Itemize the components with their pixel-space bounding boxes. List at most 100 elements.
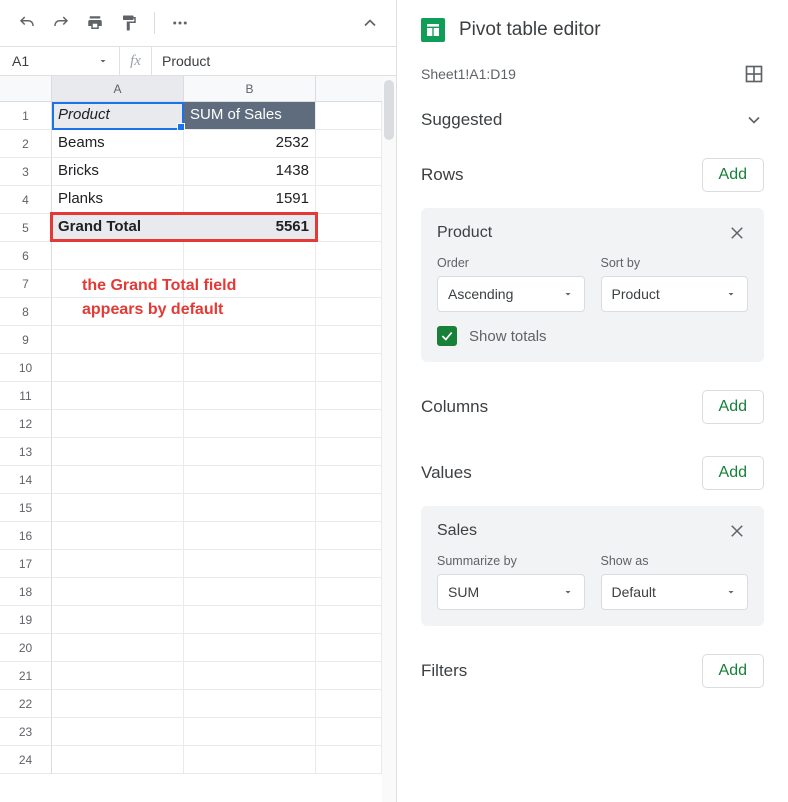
table-row: Bricks 1438 bbox=[52, 158, 382, 186]
values-card-title: Sales bbox=[437, 522, 477, 540]
show-totals-checkbox[interactable] bbox=[437, 326, 457, 346]
add-columns-button[interactable]: Add bbox=[702, 390, 764, 424]
row-header[interactable]: 24 bbox=[0, 746, 52, 774]
rows-label: Rows bbox=[421, 165, 464, 185]
vertical-scrollbar[interactable] bbox=[382, 76, 396, 802]
cell[interactable]: 1591 bbox=[184, 186, 316, 214]
cell-grand-label[interactable]: Grand Total bbox=[52, 214, 184, 242]
row-header[interactable]: 14 bbox=[0, 466, 52, 494]
table-row: Product SUM of Sales bbox=[52, 102, 382, 130]
row-header[interactable]: 17 bbox=[0, 550, 52, 578]
cell[interactable] bbox=[316, 158, 382, 186]
data-range[interactable]: Sheet1!A1:D19 bbox=[421, 66, 516, 82]
row-header[interactable]: 12 bbox=[0, 410, 52, 438]
suggested-label: Suggested bbox=[421, 110, 502, 130]
row-header[interactable]: 18 bbox=[0, 578, 52, 606]
order-select[interactable]: Ascending bbox=[437, 276, 585, 312]
summarize-value: SUM bbox=[448, 584, 479, 600]
collapse-toolbar-button[interactable] bbox=[352, 8, 388, 38]
fx-label: fx bbox=[120, 47, 152, 75]
row-header[interactable]: 11 bbox=[0, 382, 52, 410]
pivot-editor-panel: Pivot table editor Sheet1!A1:D19 Suggest… bbox=[397, 0, 788, 802]
app-root: A1 fx Product 1 2 3 4 5 6 7 8 9 10 bbox=[0, 0, 788, 802]
cell[interactable]: 1438 bbox=[184, 158, 316, 186]
column-header-b[interactable]: B bbox=[184, 76, 316, 102]
row-header[interactable]: 3 bbox=[0, 158, 52, 186]
showas-value: Default bbox=[612, 584, 656, 600]
add-values-button[interactable]: Add bbox=[702, 456, 764, 490]
row-header[interactable]: 7 bbox=[0, 270, 52, 298]
row-header[interactable]: 1 bbox=[0, 102, 52, 130]
cell-a1[interactable]: Product bbox=[52, 102, 184, 130]
row-header[interactable]: 19 bbox=[0, 606, 52, 634]
showas-select[interactable]: Default bbox=[601, 574, 749, 610]
filters-label: Filters bbox=[421, 661, 467, 681]
caret-down-icon bbox=[562, 288, 574, 300]
formula-input[interactable]: Product bbox=[152, 47, 396, 75]
cell[interactable]: Bricks bbox=[52, 158, 184, 186]
values-label: Values bbox=[421, 463, 472, 483]
row-header[interactable]: 16 bbox=[0, 522, 52, 550]
panel-title: Pivot table editor bbox=[459, 19, 601, 41]
paint-format-button[interactable] bbox=[112, 8, 146, 38]
caret-down-icon bbox=[725, 288, 737, 300]
cell-grand-value[interactable]: 5561 bbox=[184, 214, 316, 242]
row-header[interactable]: 21 bbox=[0, 662, 52, 690]
row-headers: 1 2 3 4 5 6 7 8 9 10 11 12 13 14 15 16 1… bbox=[0, 76, 52, 802]
order-value: Ascending bbox=[448, 286, 513, 302]
row-header[interactable]: 15 bbox=[0, 494, 52, 522]
table-row: Beams 2532 bbox=[52, 130, 382, 158]
row-header[interactable]: 2 bbox=[0, 130, 52, 158]
grid[interactable]: 1 2 3 4 5 6 7 8 9 10 11 12 13 14 15 16 1… bbox=[0, 76, 396, 802]
add-rows-button[interactable]: Add bbox=[702, 158, 764, 192]
row-header[interactable]: 9 bbox=[0, 326, 52, 354]
values-card-sales: Sales Summarize by SUM Show as bbox=[421, 506, 764, 626]
cell[interactable] bbox=[316, 214, 382, 242]
scrollbar-thumb[interactable] bbox=[384, 80, 394, 140]
row-header[interactable]: 10 bbox=[0, 354, 52, 382]
name-box-value: A1 bbox=[12, 53, 29, 69]
redo-icon bbox=[52, 14, 70, 32]
spreadsheet-pane: A1 fx Product 1 2 3 4 5 6 7 8 9 10 bbox=[0, 0, 397, 802]
remove-rows-card-button[interactable] bbox=[726, 222, 748, 244]
undo-button[interactable] bbox=[10, 8, 44, 38]
caret-down-icon bbox=[562, 586, 574, 598]
columns-label: Columns bbox=[421, 397, 488, 417]
more-horizontal-icon bbox=[171, 14, 189, 32]
name-box[interactable]: A1 bbox=[0, 47, 120, 75]
column-header-rest[interactable] bbox=[316, 76, 382, 102]
rows-section-header: Rows Add bbox=[421, 158, 764, 192]
rows-card-title: Product bbox=[437, 224, 492, 242]
row-header[interactable]: 13 bbox=[0, 438, 52, 466]
row-header[interactable]: 8 bbox=[0, 298, 52, 326]
select-range-button[interactable] bbox=[744, 64, 764, 84]
column-header-a[interactable]: A bbox=[52, 76, 184, 102]
cell[interactable]: 2532 bbox=[184, 130, 316, 158]
grid-rows: Product SUM of Sales Beams 2532 Bricks 1… bbox=[52, 102, 382, 774]
redo-button[interactable] bbox=[44, 8, 78, 38]
cell[interactable]: Planks bbox=[52, 186, 184, 214]
row-header[interactable]: 4 bbox=[0, 186, 52, 214]
more-tools-button[interactable] bbox=[163, 8, 197, 38]
columns-section-header: Columns Add bbox=[421, 390, 764, 424]
select-all-corner[interactable] bbox=[0, 76, 52, 102]
remove-values-card-button[interactable] bbox=[726, 520, 748, 542]
print-button[interactable] bbox=[78, 8, 112, 38]
chevron-down-icon bbox=[744, 110, 764, 130]
sortby-select[interactable]: Product bbox=[601, 276, 749, 312]
print-icon bbox=[86, 14, 104, 32]
cell[interactable] bbox=[316, 130, 382, 158]
row-header[interactable]: 22 bbox=[0, 690, 52, 718]
add-filters-button[interactable]: Add bbox=[702, 654, 764, 688]
cell[interactable]: Beams bbox=[52, 130, 184, 158]
caret-down-icon bbox=[725, 586, 737, 598]
row-header[interactable]: 23 bbox=[0, 718, 52, 746]
row-header[interactable]: 5 bbox=[0, 214, 52, 242]
row-header[interactable]: 20 bbox=[0, 634, 52, 662]
row-header[interactable]: 6 bbox=[0, 242, 52, 270]
cell-b1[interactable]: SUM of Sales bbox=[184, 102, 316, 130]
summarize-select[interactable]: SUM bbox=[437, 574, 585, 610]
cell[interactable] bbox=[316, 102, 382, 130]
suggested-section[interactable]: Suggested bbox=[421, 110, 764, 130]
cell[interactable] bbox=[316, 186, 382, 214]
